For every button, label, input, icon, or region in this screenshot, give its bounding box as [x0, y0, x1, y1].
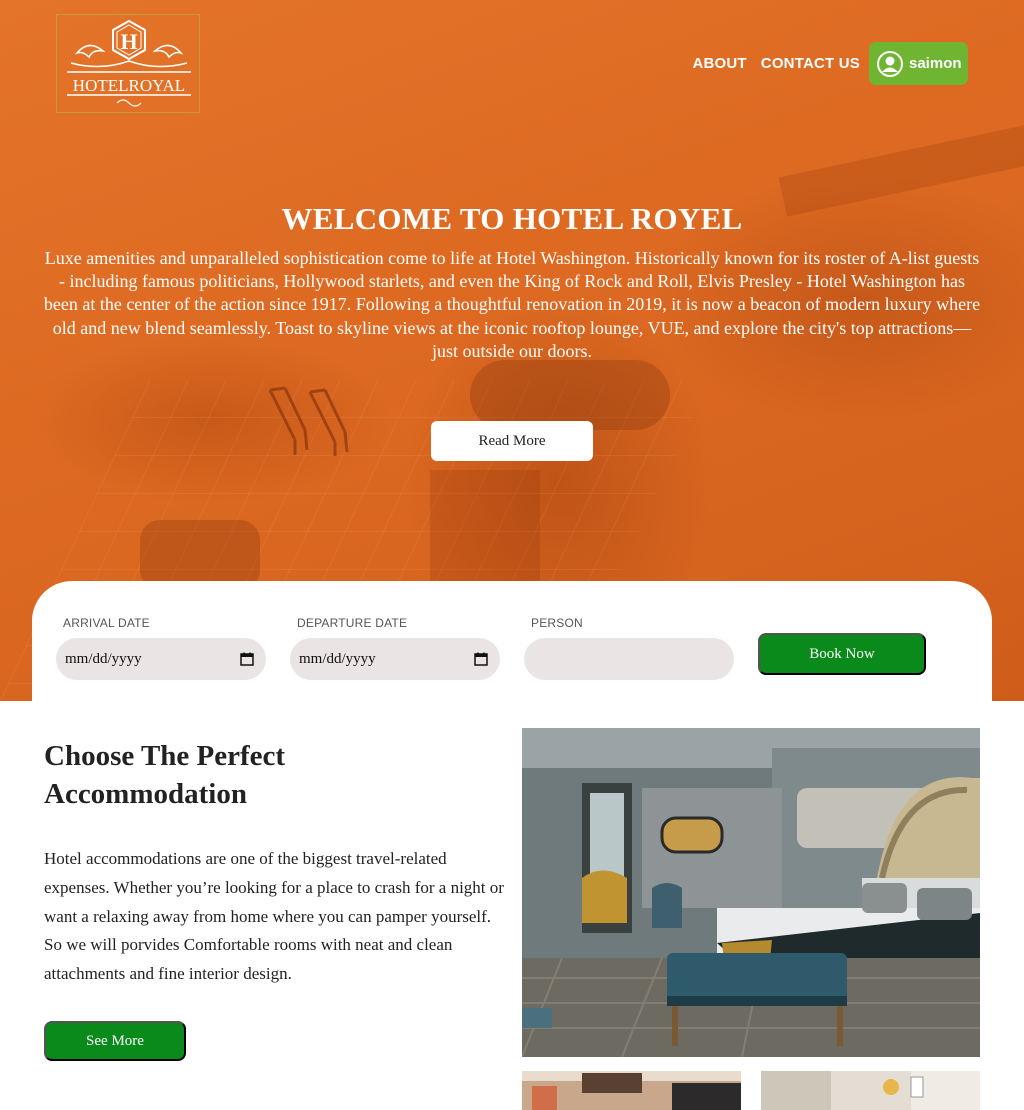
top-navigation: ABOUT CONTACT US saimon [692, 42, 968, 85]
hero-title: WELCOME TO HOTEL ROYEL [281, 201, 743, 236]
departure-date-input[interactable]: mm/dd/yyyy [290, 638, 500, 680]
departure-date-value: mm/dd/yyyy [299, 650, 376, 667]
read-more-button[interactable]: Read More [431, 421, 593, 461]
hotel-logo[interactable]: H HOTELROYAL [56, 14, 200, 113]
person-input[interactable] [524, 638, 734, 680]
accommodation-title: Choose The Perfect Accommodation [44, 740, 286, 810]
nav-link-about[interactable]: ABOUT [692, 55, 746, 72]
calendar-icon[interactable] [474, 652, 488, 666]
arrival-date-input[interactable]: mm/dd/yyyy [56, 638, 266, 680]
hero-background-shape [140, 520, 260, 590]
booking-form: ARRIVAL DATE mm/dd/yyyy DEPARTURE DATE m… [32, 581, 992, 711]
deck-chairs-icon [268, 386, 349, 456]
arrival-date-value: mm/dd/yyyy [65, 650, 142, 667]
logo-text: HOTELROYAL [72, 76, 186, 95]
room-photo-main [522, 728, 980, 1057]
nav-link-contact-us[interactable]: CONTACT US [761, 55, 860, 72]
hero-description: Luxe amenities and unparalleled sophisti… [43, 248, 981, 361]
room-photo-thumb-2 [761, 1071, 980, 1110]
room-photo-thumb-1 [522, 1071, 741, 1110]
arrival-date-label: ARRIVAL DATE [63, 616, 150, 630]
book-now-button[interactable]: Book Now [758, 633, 926, 675]
user-name: saimon [909, 55, 962, 72]
user-profile-button[interactable]: saimon [869, 42, 968, 85]
hero-background-shape [470, 360, 670, 430]
departure-date-label: DEPARTURE DATE [297, 616, 408, 630]
see-more-button[interactable]: See More [44, 1021, 186, 1061]
logo-letter: H [120, 29, 138, 54]
calendar-icon[interactable] [240, 652, 254, 666]
person-label: PERSON [531, 616, 583, 630]
accommodation-description: Hotel accommodations are one of the bigg… [44, 849, 504, 984]
user-circle-icon [877, 50, 903, 77]
